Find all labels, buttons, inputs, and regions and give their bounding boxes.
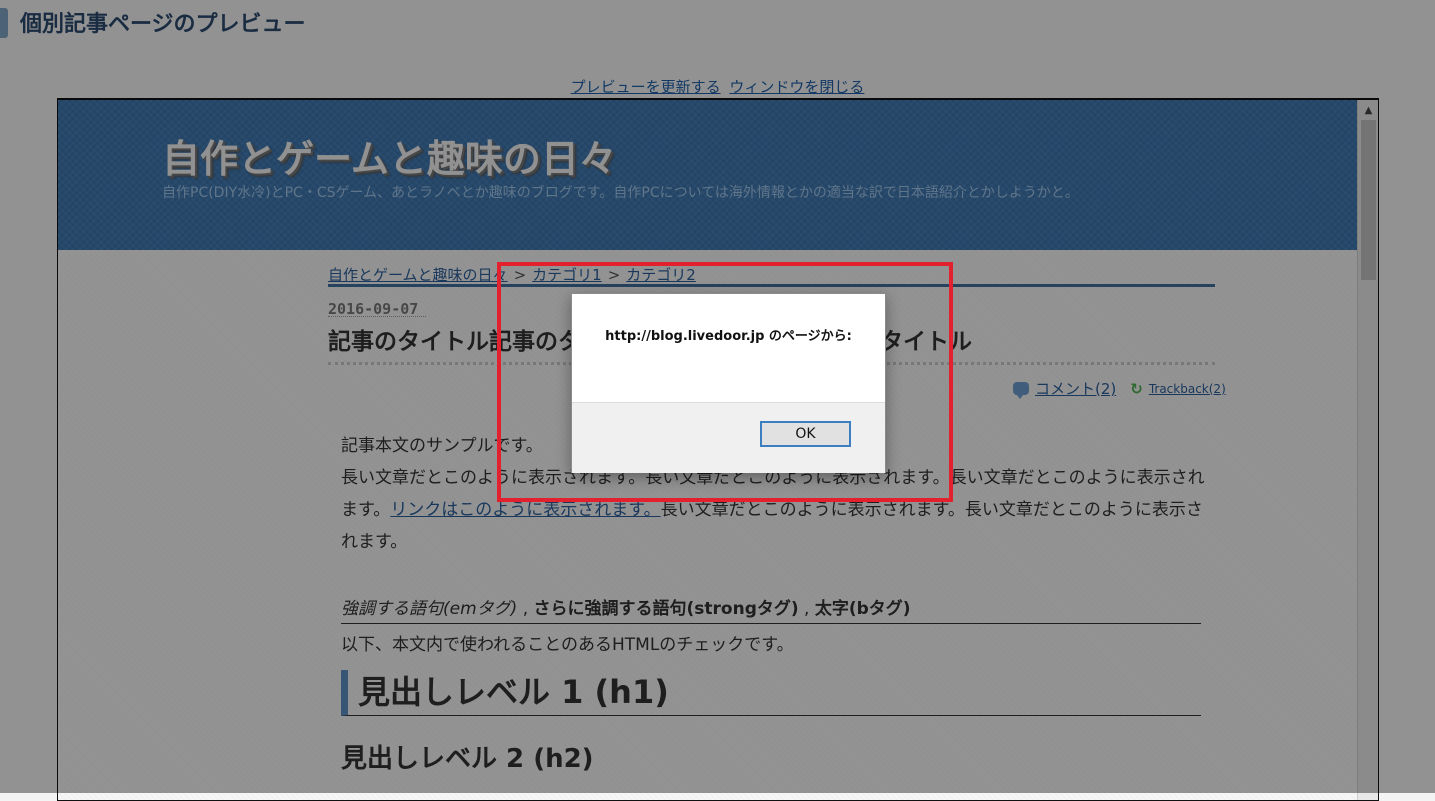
alert-dialog: http://blog.livedoor.jp のページから: OK xyxy=(571,293,886,473)
dialog-message: http://blog.livedoor.jp のページから: xyxy=(605,329,852,344)
ok-button[interactable]: OK xyxy=(760,421,851,447)
dialog-footer: OK xyxy=(572,402,885,473)
